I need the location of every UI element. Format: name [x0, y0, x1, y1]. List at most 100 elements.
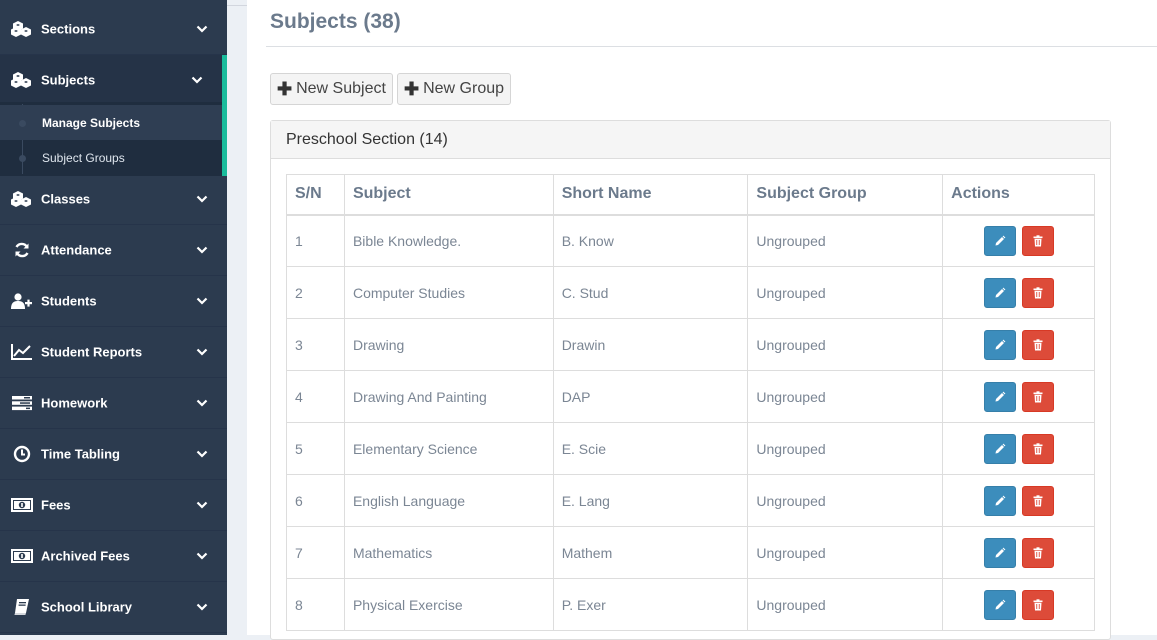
cell-sn: 2 — [286, 266, 345, 319]
sidebar-item-archived-fees[interactable]: Archived Fees — [0, 531, 227, 582]
column-header-subject[interactable]: Subject — [343, 174, 554, 216]
column-header-actions: Actions — [942, 174, 1095, 216]
cell-short-name: P. Exer — [552, 578, 749, 631]
edit-button[interactable] — [983, 277, 1016, 308]
edit-button[interactable] — [983, 537, 1016, 568]
cell-subject-group: Ungrouped — [747, 370, 944, 423]
sidebar-item-subjects[interactable]: Subjects — [0, 55, 222, 106]
chevron-down-icon — [196, 603, 208, 611]
cell-subject: English Language — [343, 474, 554, 527]
clock-icon — [11, 445, 33, 463]
cell-sn: 8 — [286, 578, 345, 631]
line-chart-icon — [11, 343, 33, 361]
cell-actions — [942, 578, 1095, 631]
delete-button[interactable] — [1021, 537, 1054, 568]
cubes-icon — [11, 190, 33, 208]
sidebar-item-label: School Library — [41, 599, 133, 615]
sidebar-item-attendance[interactable]: Attendance — [0, 225, 227, 276]
sidebar-item-label: Attendance — [41, 242, 112, 258]
delete-button[interactable] — [1021, 329, 1054, 360]
cell-short-name: DAP — [552, 370, 749, 423]
active-indicator — [222, 55, 227, 176]
cubes-icon — [11, 20, 33, 38]
new-subject-label: New Subject — [296, 80, 386, 97]
cell-subject: Elementary Science — [343, 422, 554, 475]
cell-subject: Mathematics — [343, 526, 554, 579]
column-header-subject-group[interactable]: Subject Group — [747, 174, 944, 216]
plus-icon: ✚ — [404, 78, 420, 99]
cubes-icon — [11, 71, 33, 89]
chevron-down-icon — [191, 76, 203, 84]
sidebar-item-time-tabling[interactable]: Time Tabling — [0, 429, 227, 480]
cell-sn: 3 — [286, 318, 345, 371]
money-icon — [11, 496, 33, 514]
panel-title: Preschool Section (14) — [286, 131, 448, 148]
sidebar-item-label: Classes — [41, 191, 91, 207]
delete-button[interactable] — [1021, 225, 1054, 256]
table-row: 4 Drawing And Painting DAP Ungrouped — [286, 370, 1095, 423]
cell-subject: Drawing And Painting — [343, 370, 554, 423]
subjects-table: S/N Subject Short Name Subject Group Act… — [286, 174, 1095, 631]
delete-button[interactable] — [1021, 485, 1054, 516]
cell-short-name: B. Know — [552, 214, 749, 267]
refresh-icon — [11, 241, 33, 259]
edit-button[interactable] — [983, 225, 1016, 256]
edit-button[interactable] — [983, 381, 1016, 412]
sidebar-subitem-subject-groups[interactable]: Subject Groups — [0, 140, 222, 175]
cell-sn: 1 — [286, 214, 345, 267]
sidebar-item-homework[interactable]: Homework — [0, 378, 227, 429]
sidebar-item-label: Fees — [41, 497, 71, 513]
cell-actions — [942, 526, 1095, 579]
plus-icon: ✚ — [277, 78, 293, 99]
edit-button[interactable] — [983, 329, 1016, 360]
cell-actions — [942, 474, 1095, 527]
sidebar-item-classes[interactable]: Classes — [0, 174, 227, 225]
edit-button[interactable] — [983, 589, 1016, 620]
chevron-down-icon — [196, 246, 208, 254]
sidebar-subitem-label: Subject Groups — [42, 150, 125, 165]
sidebar-item-fees[interactable]: Fees — [0, 480, 227, 531]
cell-sn: 5 — [286, 422, 345, 475]
column-header-sn[interactable]: S/N — [286, 174, 345, 216]
delete-button[interactable] — [1021, 381, 1054, 412]
edit-button[interactable] — [983, 433, 1016, 464]
cell-subject: Computer Studies — [343, 266, 554, 319]
sidebar-item-school-library[interactable]: School Library — [0, 582, 227, 633]
sidebar-item-label: Students — [41, 293, 97, 309]
delete-button[interactable] — [1021, 277, 1054, 308]
page-title: Subjects (38) — [270, 10, 401, 33]
sidebar-item-sections[interactable]: Sections — [0, 4, 227, 55]
cell-subject: Bible Knowledge. — [343, 214, 554, 267]
edit-button[interactable] — [983, 485, 1016, 516]
table-row: 7 Mathematics Mathem Ungrouped — [286, 526, 1095, 579]
sidebar-item-label: Archived Fees — [41, 548, 130, 564]
sidebar-item-label: Time Tabling — [41, 446, 120, 462]
sidebar-item-student-reports[interactable]: Student Reports — [0, 327, 227, 378]
delete-button[interactable] — [1021, 433, 1054, 464]
table-header-row: S/N Subject Short Name Subject Group Act… — [286, 174, 1095, 216]
cell-subject-group: Ungrouped — [747, 266, 944, 319]
main-content: Subjects (38) ✚ New Subject ✚ New Group … — [247, 0, 1157, 640]
new-group-button[interactable]: ✚ New Group — [397, 73, 512, 105]
cell-subject-group: Ungrouped — [747, 474, 944, 527]
sidebar-item-label: Student Reports — [41, 344, 143, 360]
column-header-short-name[interactable]: Short Name — [552, 174, 749, 216]
section-panel: Preschool Section (14) S/N Subject Short… — [270, 120, 1111, 640]
sidebar-subitem-label: Manage Subjects — [42, 115, 141, 130]
sidebar-subitem-manage-subjects[interactable]: Manage Subjects — [0, 105, 222, 140]
cell-sn: 7 — [286, 526, 345, 579]
delete-button[interactable] — [1021, 589, 1054, 620]
new-subject-button[interactable]: ✚ New Subject — [270, 73, 393, 105]
table-row: 6 English Language E. Lang Ungrouped — [286, 474, 1095, 527]
cell-actions — [942, 266, 1095, 319]
sidebar-item-label: Subjects — [41, 72, 96, 88]
cell-sn: 6 — [286, 474, 345, 527]
cell-subject: Drawing — [343, 318, 554, 371]
cell-subject-group: Ungrouped — [747, 214, 944, 267]
tasks-icon — [11, 394, 33, 412]
chevron-down-icon — [196, 450, 208, 458]
sidebar-item-students[interactable]: Students — [0, 276, 227, 327]
table-row: 1 Bible Knowledge. B. Know Ungrouped — [286, 214, 1095, 267]
cell-subject-group: Ungrouped — [747, 422, 944, 475]
cell-short-name: Mathem — [552, 526, 749, 579]
